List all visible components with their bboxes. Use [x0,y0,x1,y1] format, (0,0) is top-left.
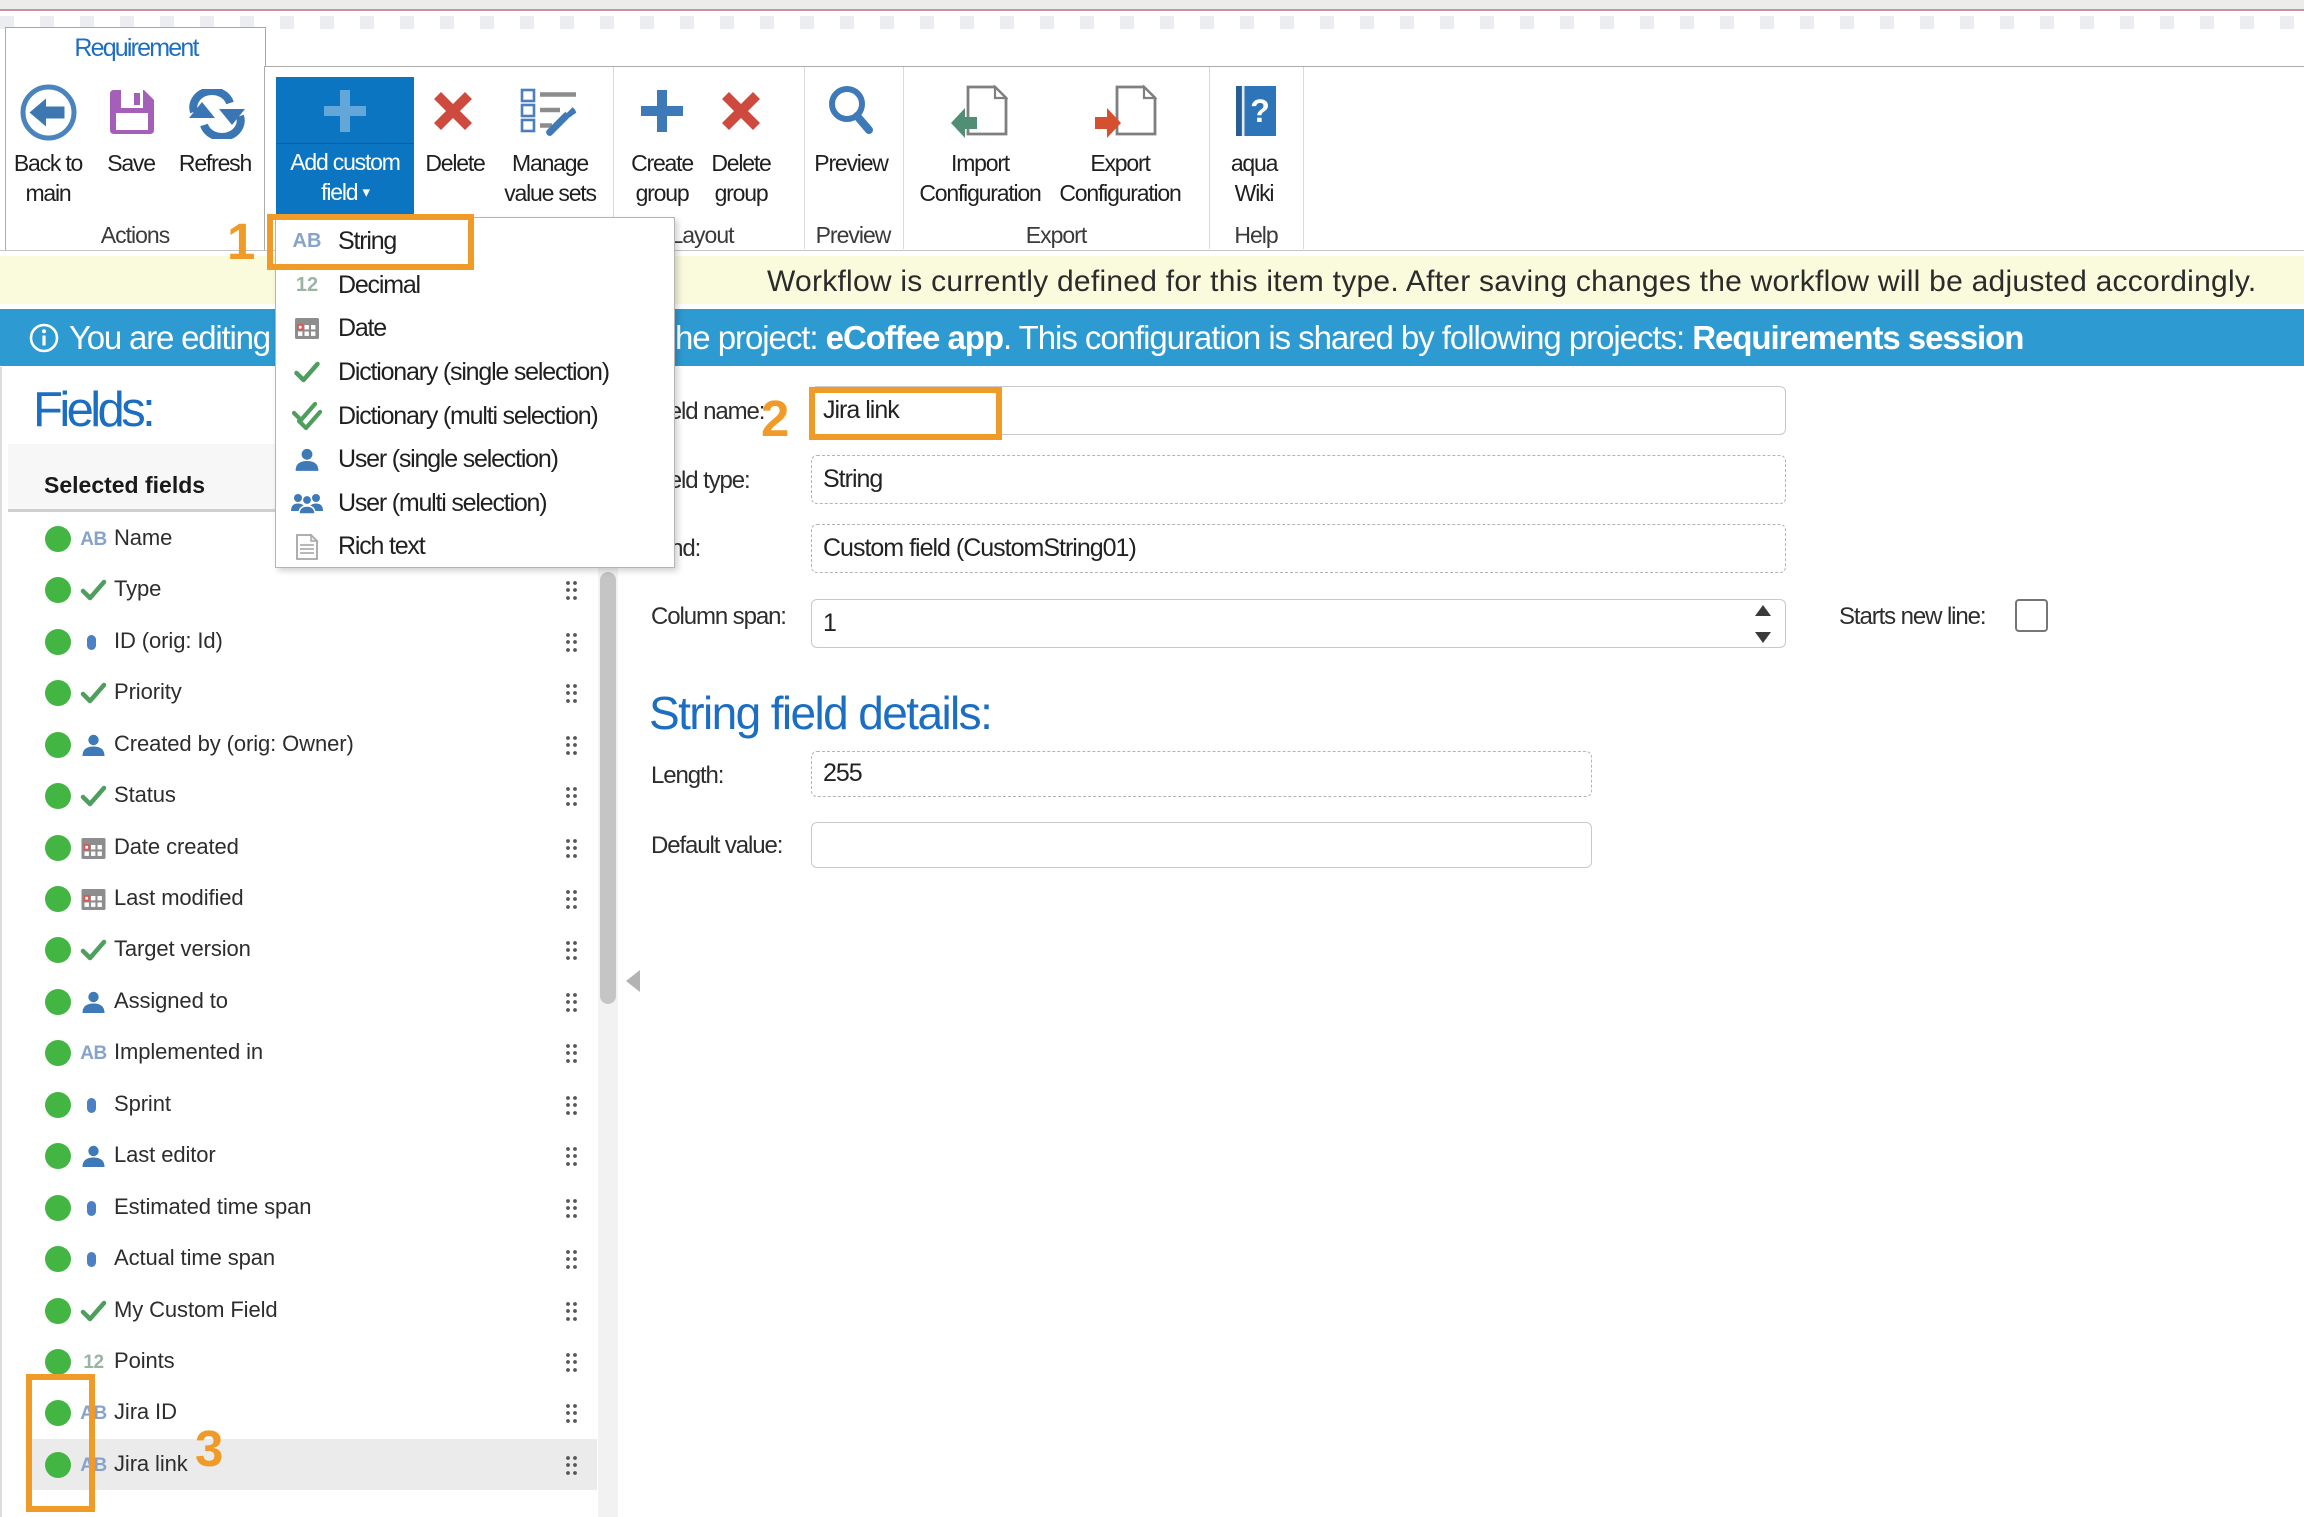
svg-text:?: ? [1250,93,1270,129]
